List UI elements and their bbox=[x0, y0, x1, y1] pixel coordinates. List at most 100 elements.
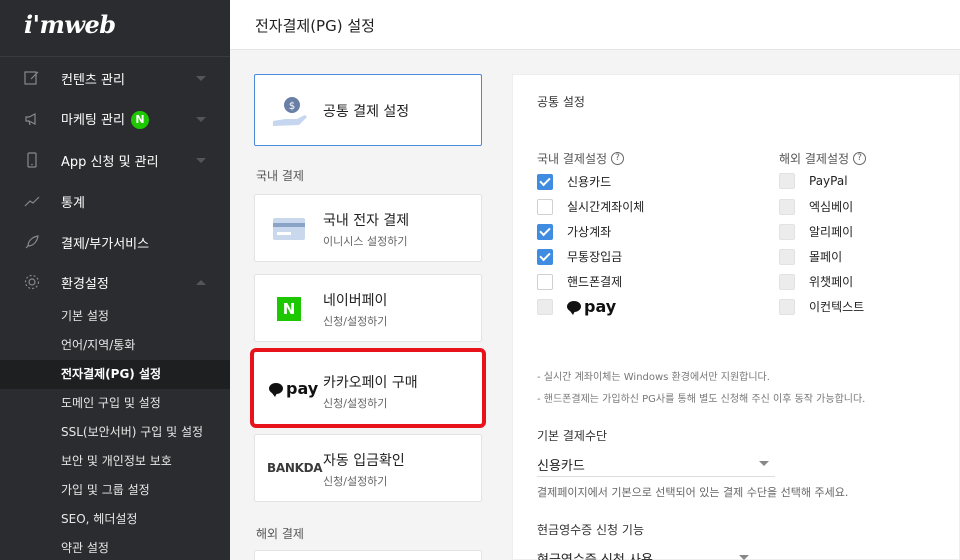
sidebar-item-contents[interactable]: 컨텐츠 관리 bbox=[0, 58, 230, 98]
naver-logo-icon: N bbox=[277, 297, 301, 321]
checkbox[interactable] bbox=[779, 273, 795, 290]
sub-item-signup[interactable]: 가입 및 그룹 설정 bbox=[0, 476, 230, 505]
checkbox-econtext[interactable]: 이컨텍스트 bbox=[779, 298, 864, 315]
bankda-logo-icon: BANKDA bbox=[267, 461, 323, 475]
note-mobile: - 핸드폰결제는 가입하신 PG사를 통해 별도 신청해 주신 이후 동작 가능… bbox=[537, 394, 866, 405]
kakaopay-logo-icon: pay bbox=[269, 379, 318, 398]
sidebar-item-label: 환경설정 bbox=[61, 276, 109, 292]
top-bar: 전자결제(PG) 설정 bbox=[230, 0, 960, 50]
credit-card-icon bbox=[273, 218, 305, 240]
sidebar-divider bbox=[0, 56, 230, 57]
mobile-icon bbox=[27, 152, 37, 168]
overseas-label: 해외 결제 bbox=[256, 527, 304, 541]
megaphone-icon bbox=[25, 113, 36, 126]
checkbox[interactable] bbox=[779, 248, 795, 265]
chevron-down-icon bbox=[196, 116, 206, 122]
checkbox-alipay[interactable]: 알리페이 bbox=[779, 223, 853, 240]
help-icon[interactable]: ? bbox=[611, 152, 625, 165]
sidebar-item-app[interactable]: App 신청 및 관리 bbox=[0, 140, 230, 180]
naverpay-card[interactable]: N 네이버페이 신청/설정하기 bbox=[254, 274, 482, 342]
sidebar-item-label: App 신청 및 관리 bbox=[61, 154, 159, 170]
chevron-down-icon bbox=[759, 461, 769, 466]
help-icon[interactable]: ? bbox=[853, 152, 867, 165]
checkbox-virtual-account[interactable]: 가상계좌 bbox=[537, 223, 611, 240]
sidebar-item-label: 통계 bbox=[61, 195, 85, 211]
coin-hand-icon: $ bbox=[273, 97, 307, 126]
checkbox[interactable] bbox=[779, 223, 795, 240]
checkbox[interactable] bbox=[779, 173, 795, 189]
chevron-up-icon bbox=[196, 279, 206, 285]
panel-heading: 공통 설정 bbox=[537, 95, 585, 109]
checkbox[interactable] bbox=[537, 273, 553, 290]
sidebar-item-label: 결제/부가서비스 bbox=[61, 236, 150, 252]
kakaopay-card[interactable]: pay 카카오페이 구매 신청/설정하기 bbox=[250, 348, 486, 428]
checkbox-molpay[interactable]: 몰페이 bbox=[779, 248, 842, 265]
card-title: 국내 전자 결제 bbox=[323, 213, 410, 229]
new-badge: N bbox=[130, 111, 149, 130]
checkbox-bank-deposit[interactable]: 무통장입금 bbox=[537, 248, 622, 265]
imweb-logo[interactable]: i'mweb bbox=[24, 10, 116, 39]
card-subtitle: 신청/설정하기 bbox=[323, 397, 388, 410]
sub-item-domain[interactable]: 도메인 구입 및 설정 bbox=[0, 389, 230, 418]
checkbox[interactable] bbox=[537, 198, 553, 215]
sub-item-language[interactable]: 언어/지역/통화 bbox=[0, 331, 230, 360]
common-settings-panel: 공통 설정 국내 결제설정? 해외 결제설정? 신용카드 실시간계좌이체 가상계… bbox=[512, 74, 960, 560]
checkbox[interactable] bbox=[537, 298, 553, 315]
checkbox-wechatpay[interactable]: 위챗페이 bbox=[779, 273, 853, 290]
checkbox[interactable] bbox=[537, 248, 553, 265]
overseas-card[interactable] bbox=[254, 550, 482, 560]
card-title: 네이버페이 bbox=[323, 293, 388, 309]
default-method-label: 기본 결제수단 bbox=[537, 429, 608, 443]
sidebar-item-label: 마케팅 관리 N bbox=[61, 109, 149, 130]
sidebar-item-settings[interactable]: 환경설정 bbox=[0, 262, 230, 302]
checkbox[interactable] bbox=[537, 173, 553, 190]
sidebar: i'mweb 컨텐츠 관리 마케팅 관리 N App 신청 및 관리 통계 결제/… bbox=[0, 0, 230, 560]
sub-item-pg[interactable]: 전자결제(PG) 설정 bbox=[0, 360, 230, 389]
checkbox-eximbay[interactable]: 엑심베이 bbox=[779, 198, 853, 215]
sidebar-item-payment-services[interactable]: 결제/부가서비스 bbox=[0, 222, 230, 262]
checkbox-kakaopay[interactable]: pay bbox=[537, 297, 616, 316]
svg-text:$: $ bbox=[289, 101, 295, 112]
bankda-card[interactable]: BANKDA 자동 입금확인 신청/설정하기 bbox=[254, 434, 482, 502]
checkbox-credit-card[interactable]: 신용카드 bbox=[537, 173, 611, 190]
card-subtitle: 이니시스 설정하기 bbox=[323, 235, 408, 248]
checkbox-mobile-payment[interactable]: 핸드폰결제 bbox=[537, 273, 622, 290]
sidebar-item-stats[interactable]: 통계 bbox=[0, 181, 230, 221]
chevron-down-icon bbox=[196, 75, 206, 81]
card-title: 카카오페이 구매 bbox=[323, 375, 418, 391]
default-method-help: 결제페이지에서 기본으로 선택되어 있는 결제 수단을 선택해 주세요. bbox=[537, 486, 849, 499]
overseas-settings-title: 해외 결제설정? bbox=[779, 150, 867, 167]
edit-icon bbox=[24, 71, 39, 85]
receipt-label: 현금영수증 신청 기능 bbox=[537, 523, 644, 537]
sidebar-item-label: 컨텐츠 관리 bbox=[61, 72, 125, 88]
checkbox[interactable] bbox=[537, 223, 553, 240]
chevron-down-icon bbox=[196, 157, 206, 163]
default-method-select[interactable]: 신용카드 bbox=[537, 449, 775, 477]
gear-icon bbox=[24, 274, 40, 290]
card-title: 공통 결제 설정 bbox=[323, 104, 410, 120]
checkbox[interactable] bbox=[779, 198, 795, 215]
note-realtime: - 실시간 계좌이체는 Windows 환경에서만 지원합니다. bbox=[537, 372, 770, 383]
rocket-icon bbox=[25, 235, 39, 249]
common-payment-card[interactable]: $ 공통 결제 설정 bbox=[254, 74, 482, 146]
card-subtitle: 신청/설정하기 bbox=[323, 475, 388, 488]
sub-item-seo[interactable]: SEO, 헤더설정 bbox=[0, 505, 230, 534]
sub-item-terms[interactable]: 약관 설정 bbox=[0, 534, 230, 560]
checkbox-realtime-transfer[interactable]: 실시간계좌이체 bbox=[537, 198, 644, 215]
checkbox[interactable] bbox=[779, 298, 795, 315]
sub-item-security[interactable]: 보안 및 개인정보 보호 bbox=[0, 447, 230, 476]
domestic-settings-title: 국내 결제설정? bbox=[537, 150, 625, 167]
domestic-pg-card[interactable]: 국내 전자 결제 이니시스 설정하기 bbox=[254, 194, 482, 262]
sidebar-item-marketing[interactable]: 마케팅 관리 N bbox=[0, 99, 230, 139]
page-title: 전자결제(PG) 설정 bbox=[255, 17, 375, 35]
checkbox-paypal[interactable]: PayPal bbox=[779, 173, 848, 189]
domestic-label: 국내 결제 bbox=[256, 169, 304, 183]
card-subtitle: 신청/설정하기 bbox=[323, 315, 388, 328]
chevron-down-icon bbox=[739, 555, 749, 560]
card-title: 자동 입금확인 bbox=[323, 453, 405, 469]
kakaopay-logo-icon: pay bbox=[567, 297, 616, 316]
sub-item-ssl[interactable]: SSL(보안서버) 구입 및 설정 bbox=[0, 418, 230, 447]
sub-item-basic[interactable]: 기본 설정 bbox=[0, 302, 230, 331]
receipt-select[interactable]: 현금영수증 신청 사용 bbox=[537, 543, 755, 560]
trend-icon bbox=[24, 196, 40, 207]
